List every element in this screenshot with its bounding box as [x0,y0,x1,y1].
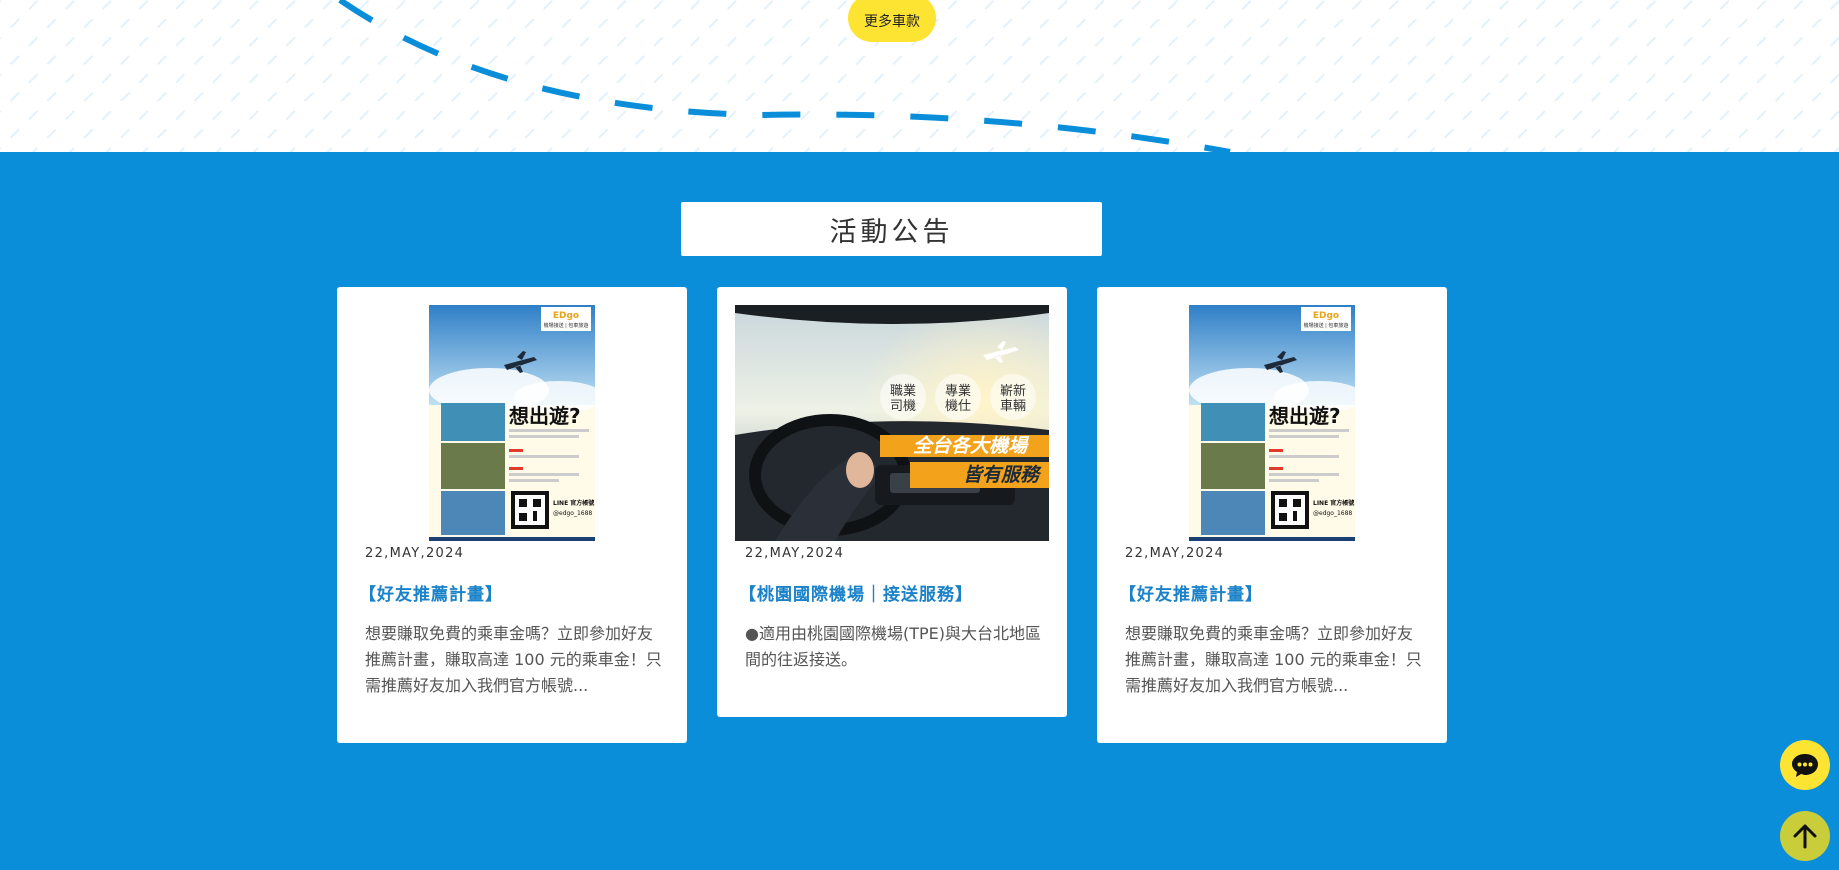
arrow-up-icon [1793,824,1817,849]
card-description: 想要賺取免費的乘車金嗎？立即參加好友推薦計畫，賺取高達 100 元的乘車金！只需… [365,624,662,695]
svg-text:EDgo: EDgo [553,311,579,321]
svg-text:LINE 官方帳號: LINE 官方帳號 [1313,499,1354,507]
card-image[interactable]: 職業 司機 專業 機仕 嶄新 車輛 全台各大機場 皆有服務 [735,305,1049,541]
svg-text:@edgo_1688: @edgo_1688 [1313,510,1352,517]
card-date: 22,MAY,2024 [1125,546,1225,561]
svg-text:@edgo_1688: @edgo_1688 [553,510,592,517]
card-image[interactable]: EDgo 機場接送 | 包車旅遊 想出遊? LINE 官方帳號 @edgo_16… [429,305,595,541]
hero-bottom-band: 更多車款 [0,0,1839,152]
announcement-card-1[interactable]: EDgo 機場接送 | 包車旅遊 想出遊? LINE 官方帳號 @edgo_16… [337,287,687,743]
svg-text:機場接送 | 包車旅遊: 機場接送 | 包車旅遊 [544,322,589,329]
svg-text:想出遊?: 想出遊? [509,404,581,428]
announcement-card-3[interactable]: EDgo 機場接送 | 包車旅遊 想出遊? LINE 官方帳號 @edgo_16… [1097,287,1447,743]
referral-poster-image: EDgo 機場接送 | 包車旅遊 想出遊? LINE 官方帳號 @edgo_16… [1189,305,1355,541]
airport-transfer-banner-image: 職業 司機 專業 機仕 嶄新 車輛 全台各大機場 皆有服務 [735,305,1049,541]
svg-text:職業: 職業 [890,383,916,399]
svg-text:LINE 官方帳號: LINE 官方帳號 [553,499,594,507]
svg-text:嶄新: 嶄新 [1000,383,1026,399]
chat-button[interactable] [1780,740,1830,790]
svg-text:機場接送 | 包車旅遊: 機場接送 | 包車旅遊 [1304,322,1349,329]
svg-text:全台各大機場: 全台各大機場 [913,435,1030,457]
card-date: 22,MAY,2024 [365,546,465,561]
card-image[interactable]: EDgo 機場接送 | 包車旅遊 想出遊? LINE 官方帳號 @edgo_16… [1189,305,1355,541]
back-to-top-button[interactable] [1780,811,1830,861]
svg-text:想出遊?: 想出遊? [1269,404,1341,428]
card-description: 想要賺取免費的乘車金嗎？立即參加好友推薦計畫，賺取高達 100 元的乘車金！只需… [1125,624,1422,695]
svg-text:EDgo: EDgo [1313,311,1339,321]
chat-bubble-icon [1792,754,1818,777]
card-description: ●適用由桃園國際機場(TPE)與大台北地區間的往返接送。 [745,624,1041,669]
svg-text:司機: 司機 [890,399,916,414]
card-title[interactable]: 【好友推薦計畫】 [359,580,503,605]
section-title: 活動公告 [681,202,1102,256]
svg-text:專業: 專業 [945,383,971,399]
svg-text:機仕: 機仕 [945,399,971,414]
more-cars-button[interactable]: 更多車款 [848,0,936,42]
announcement-card-2[interactable]: 職業 司機 專業 機仕 嶄新 車輛 全台各大機場 皆有服務 22,MAY,202… [717,287,1067,717]
referral-poster-image: EDgo 機場接送 | 包車旅遊 想出遊? LINE 官方帳號 @edgo_16… [429,305,595,541]
svg-text:車輛: 車輛 [1000,399,1026,414]
card-title[interactable]: 【桃園國際機場｜接送服務】 [739,580,973,605]
card-title[interactable]: 【好友推薦計畫】 [1119,580,1263,605]
svg-text:皆有服務: 皆有服務 [963,464,1042,486]
card-date: 22,MAY,2024 [745,546,845,561]
